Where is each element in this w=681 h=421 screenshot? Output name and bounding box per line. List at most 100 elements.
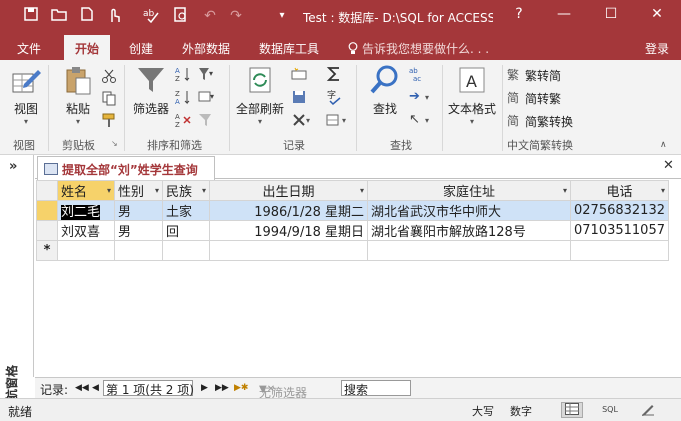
table-cell[interactable]: 1994/9/18 星期日	[209, 220, 368, 241]
column-header[interactable]: 家庭住址 ▾	[367, 180, 571, 201]
filter-button[interactable]: 筛选器	[131, 64, 171, 117]
login-link[interactable]: 登录	[645, 40, 669, 57]
tab-create[interactable]: 创建	[129, 40, 153, 57]
table-row[interactable]: 刘双喜 男 回 1994/9/18 星期日 湖北省襄阳市解放路128号 0710…	[36, 220, 669, 241]
table-cell[interactable]: 回	[162, 220, 210, 241]
tab-file[interactable]: 文件	[17, 40, 41, 57]
column-dropdown-icon[interactable]: ▾	[202, 186, 206, 195]
tab-database-tools[interactable]: 数据库工具	[259, 40, 319, 57]
current-record-box[interactable]: 第 1 项(共 2 项)	[103, 380, 194, 397]
view-button[interactable]: 视图 ▾	[8, 64, 44, 126]
delete-dropdown-icon[interactable]: ▾	[306, 116, 322, 132]
datasheet-view-button[interactable]	[561, 402, 583, 418]
remove-sort-icon[interactable]: AZ	[175, 112, 191, 129]
tab-home[interactable]: 开始	[64, 35, 111, 60]
column-dropdown-icon[interactable]: ▾	[563, 186, 567, 195]
table-cell[interactable]	[367, 240, 571, 261]
column-dropdown-icon[interactable]: ▾	[661, 186, 665, 195]
chinese-conversion-button[interactable]: 简繁转换	[525, 113, 573, 130]
toggle-filter-icon[interactable]	[198, 112, 214, 128]
collapse-ribbon-icon[interactable]: ∧	[660, 140, 676, 156]
column-header[interactable]: 性别 ▾	[114, 180, 163, 201]
record-selector[interactable]	[36, 200, 58, 221]
sort-ascending-icon[interactable]: AZ	[175, 66, 191, 83]
selection-filter-icon[interactable]: ▾	[198, 66, 214, 82]
redo-icon[interactable]: ↷	[226, 7, 246, 25]
column-header[interactable]: 民族 ▾	[162, 180, 210, 201]
sort-descending-icon[interactable]: ZA	[175, 89, 191, 106]
customize-qat-icon[interactable]: ▾	[272, 7, 292, 25]
new-record-icon[interactable]	[291, 66, 307, 82]
column-dropdown-icon[interactable]: ▾	[360, 186, 364, 195]
table-cell[interactable]: 男	[114, 220, 163, 241]
column-dropdown-icon[interactable]: ▾	[107, 186, 111, 195]
table-cell[interactable]	[162, 240, 210, 261]
advanced-filter-icon[interactable]: ▾	[198, 89, 214, 105]
save-record-icon[interactable]	[291, 89, 307, 105]
traditional-to-simplified-icon[interactable]: 繁	[507, 66, 523, 82]
table-cell[interactable]: 1986/1/28 星期二	[209, 200, 368, 221]
table-cell[interactable]: 刘二毛	[57, 200, 115, 221]
new-record-nav-icon[interactable]: ▶✱	[234, 383, 248, 393]
help-button[interactable]: ?	[505, 6, 533, 22]
table-cell[interactable]: 刘双喜	[57, 220, 115, 241]
format-painter-icon[interactable]	[101, 112, 117, 128]
text-format-button[interactable]: A 文本格式 ▾	[446, 64, 498, 126]
touch-mode-icon[interactable]	[104, 7, 124, 28]
design-view-icon[interactable]	[637, 402, 659, 418]
search-input[interactable]: 搜索	[341, 380, 411, 397]
delete-record-icon[interactable]	[291, 112, 307, 128]
refresh-all-button[interactable]: 全部刷新 ▾	[234, 64, 286, 126]
first-record-icon[interactable]: ◀◀	[75, 383, 89, 393]
new-document-icon[interactable]	[77, 7, 97, 26]
query-tab[interactable]: 提取全部“刘”姓学生查询	[37, 156, 215, 180]
table-cell[interactable]	[209, 240, 368, 261]
expand-nav-pane-icon[interactable]: »	[9, 159, 17, 174]
cut-icon[interactable]	[101, 68, 117, 84]
table-cell[interactable]: 男	[114, 200, 163, 221]
previous-record-icon[interactable]: ◀	[92, 383, 99, 393]
table-row[interactable]: 刘二毛 男 土家 1986/1/28 星期二 湖北省武汉市华中师大 027568…	[36, 200, 669, 221]
new-record-marker[interactable]: *	[36, 240, 58, 261]
print-preview-icon[interactable]	[171, 7, 191, 28]
table-cell[interactable]	[570, 240, 669, 261]
chinese-conversion-icon[interactable]: 简	[507, 112, 523, 128]
column-dropdown-icon[interactable]: ▾	[155, 186, 159, 195]
column-header[interactable]: 电话 ▾	[570, 180, 669, 201]
simp-to-trad-button[interactable]: 简转繁	[525, 90, 561, 107]
record-selector[interactable]	[36, 220, 58, 241]
simplified-to-traditional-icon[interactable]: 简	[507, 89, 523, 105]
minimize-button[interactable]: —	[550, 6, 578, 22]
more-records-icon[interactable]	[326, 112, 342, 128]
spelling-check-icon[interactable]: 字	[326, 89, 342, 106]
table-cell[interactable]: 02756832132	[570, 200, 669, 221]
close-document-icon[interactable]: ✕	[663, 158, 674, 173]
goto-dropdown-icon[interactable]: ▾	[425, 93, 441, 109]
select-dropdown-icon[interactable]: ▾	[425, 116, 441, 132]
paste-button[interactable]: 粘贴 ▾	[60, 64, 96, 126]
table-cell[interactable]: 湖北省襄阳市解放路128号	[367, 220, 571, 241]
clipboard-launcher-icon[interactable]: ↘	[111, 139, 119, 148]
replace-icon[interactable]: ab ac	[409, 66, 425, 83]
table-cell[interactable]: 湖北省武汉市华中师大	[367, 200, 571, 221]
undo-icon[interactable]: ↶	[200, 7, 220, 25]
copy-icon[interactable]	[101, 90, 117, 106]
totals-icon[interactable]	[326, 66, 342, 82]
table-cell[interactable]: 土家	[162, 200, 210, 221]
next-record-icon[interactable]: ▶	[201, 383, 208, 393]
maximize-button[interactable]: ☐	[597, 6, 625, 22]
tab-external-data[interactable]: 外部数据	[182, 40, 230, 57]
table-cell[interactable]: 07103511057	[570, 220, 669, 241]
sql-view-icon[interactable]: SQL	[599, 405, 621, 421]
open-folder-icon[interactable]	[49, 7, 69, 26]
select-all-cell[interactable]	[36, 180, 58, 201]
column-header[interactable]: 姓名 ▾	[57, 180, 115, 201]
table-cell[interactable]	[114, 240, 163, 261]
save-icon[interactable]	[21, 7, 41, 26]
new-record-row[interactable]: *	[36, 240, 669, 261]
trad-to-simp-button[interactable]: 繁转简	[525, 67, 561, 84]
select-cursor-icon[interactable]: ↖	[409, 112, 425, 128]
goto-arrow-icon[interactable]: ➔	[409, 89, 425, 105]
last-record-icon[interactable]: ▶▶	[215, 383, 229, 393]
spelling-icon[interactable]: ab	[142, 7, 162, 28]
